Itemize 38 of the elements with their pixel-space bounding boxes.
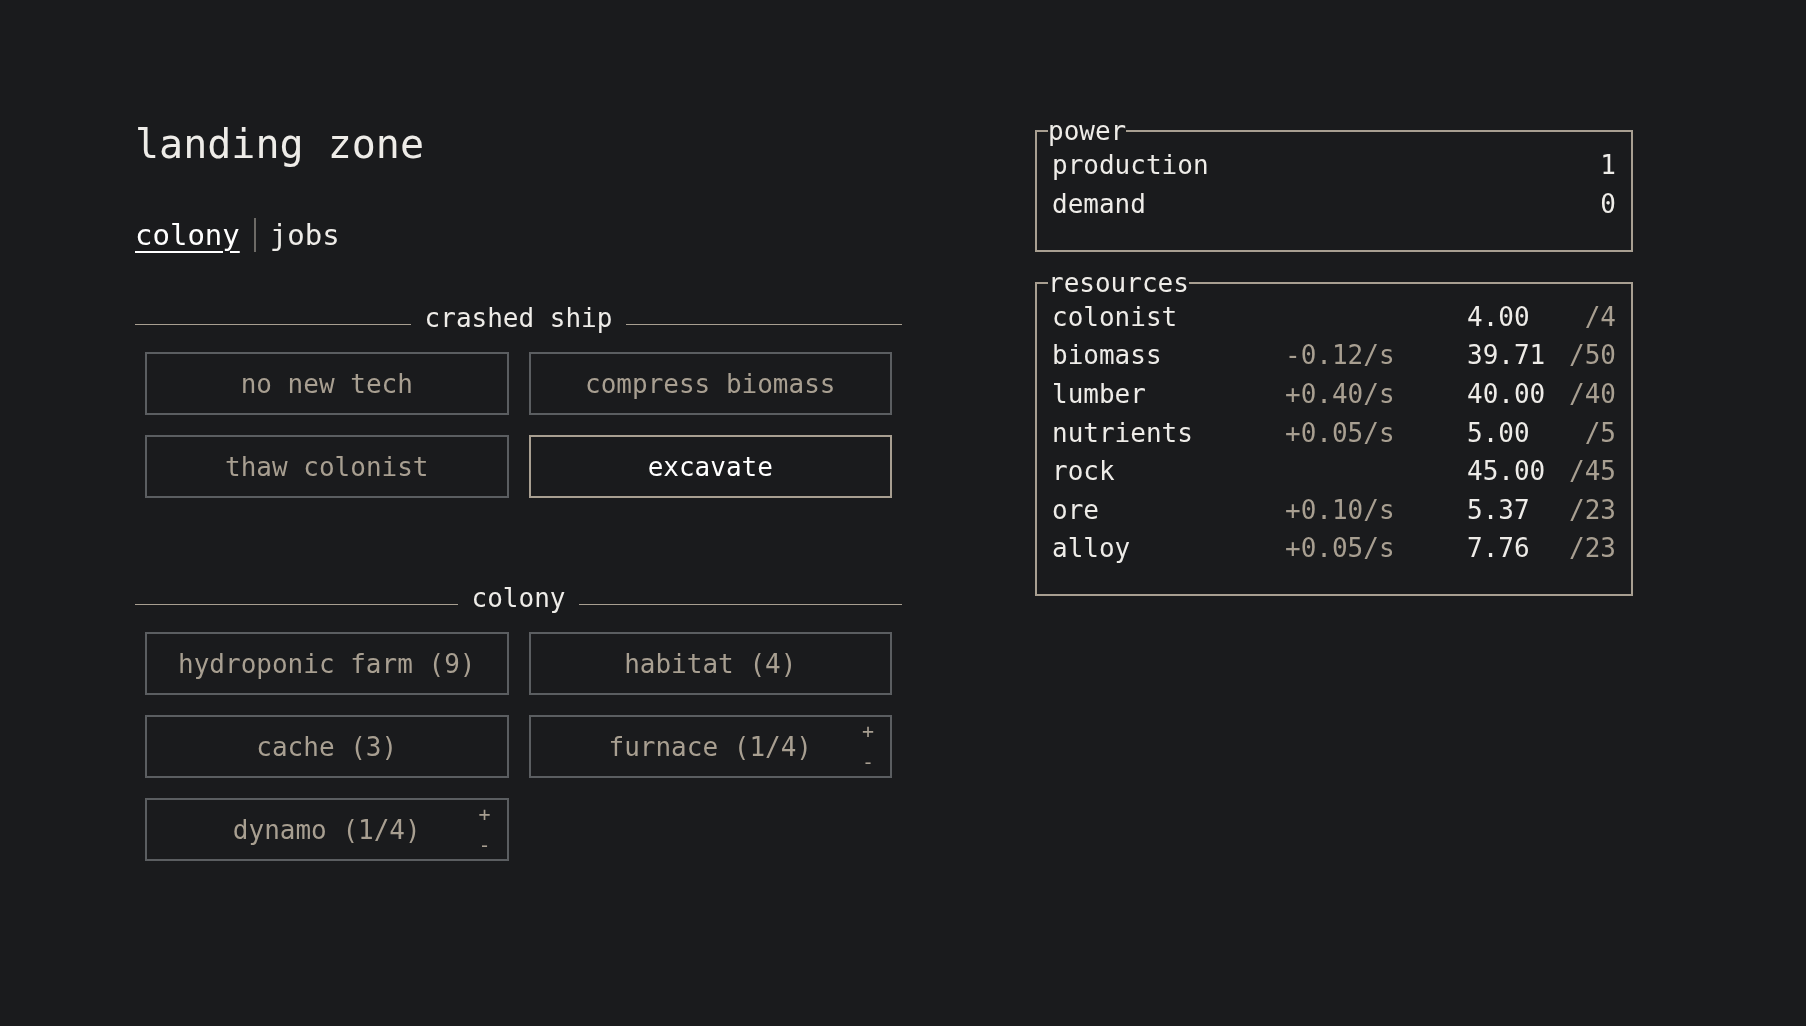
resource-rate: +0.10/s: [1285, 494, 1395, 525]
resource-max: /40: [1568, 378, 1616, 411]
resource-max: /4: [1583, 300, 1616, 334]
panel-title: resources: [1048, 270, 1189, 296]
stat-value: 1: [1600, 149, 1616, 182]
resource-amount: 40.00: [1467, 378, 1547, 411]
tab[interactable]: colony: [135, 220, 240, 250]
tab[interactable]: jobs: [269, 220, 340, 250]
resource-max: /5: [1583, 416, 1616, 450]
page-title: landing zone: [135, 124, 425, 169]
resource-amount: 5.00: [1467, 416, 1531, 450]
resource-rate: +0.05/s: [1285, 417, 1395, 448]
resource-name: lumber: [1052, 378, 1147, 411]
resource-name: colonist: [1052, 300, 1179, 334]
resource-name: ore: [1052, 493, 1100, 527]
stat-value: 0: [1600, 188, 1616, 221]
resource-name: rock: [1052, 455, 1116, 489]
resource-amount: 39.71: [1467, 339, 1547, 373]
resource-name: biomass: [1052, 339, 1163, 373]
resource-rate: +0.05/s: [1285, 533, 1395, 564]
resource-max: /23: [1568, 493, 1616, 527]
stat-label: demand: [1052, 188, 1146, 221]
section-title: crashed ship: [424, 305, 613, 331]
section-title: colony: [471, 585, 566, 611]
resource-amount: 45.00: [1467, 455, 1547, 489]
panel-title: power: [1048, 118, 1127, 144]
action-button[interactable]: excavate: [528, 435, 892, 498]
resource-max: /45: [1568, 455, 1616, 489]
resource-max: /50: [1568, 339, 1616, 373]
resource-name: nutrients: [1052, 416, 1194, 450]
resource-name: alloy: [1052, 532, 1132, 566]
resource-amount: 5.37: [1467, 493, 1531, 527]
stat-label: production: [1052, 149, 1209, 182]
resource-amount: 4.00: [1467, 300, 1531, 334]
resource-max: /23: [1568, 532, 1616, 566]
resource-rate: +0.40/s: [1285, 379, 1395, 409]
resource-rate: -0.12/s: [1285, 340, 1395, 371]
resource-amount: 7.76: [1467, 532, 1531, 566]
